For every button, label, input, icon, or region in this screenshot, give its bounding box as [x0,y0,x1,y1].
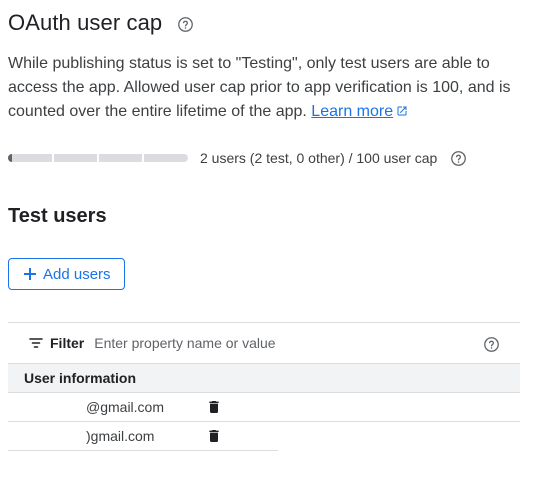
add-users-button[interactable]: Add users [8,258,125,290]
open-in-new-icon [396,101,408,116]
user-cap-row: 2 users (2 test, 0 other) / 100 user cap [8,148,467,168]
test-users-table: Filter User information @gmail.com )gmai… [8,322,520,451]
table-row: )gmail.com [8,422,278,451]
user-cap-progress-bar [8,154,188,162]
table-row: @gmail.com [8,393,520,422]
column-header-user-information: User information [8,364,520,393]
help-icon[interactable] [449,149,467,167]
filter-bar: Filter [8,322,520,364]
progress-tick [52,154,54,162]
trash-icon[interactable] [206,428,222,444]
learn-more-link[interactable]: Learn more [311,103,393,120]
oauth-cap-title: OAuth user cap [8,10,163,35]
progress-tick [97,154,99,162]
filter-input[interactable] [94,335,455,351]
oauth-cap-description: While publishing status is set to "Testi… [8,52,528,124]
add-users-label: Add users [43,265,111,283]
progress-fill [8,154,12,162]
progress-tick [142,154,144,162]
learn-more-label: Learn more [311,103,394,120]
help-icon[interactable] [176,16,194,34]
user-cap-text: 2 users (2 test, 0 other) / 100 user cap [200,150,438,166]
plus-icon [23,267,37,281]
description-text: While publishing status is set to "Testi… [8,55,511,120]
user-email: )gmail.com [86,428,155,444]
user-email: @gmail.com [86,399,165,415]
filter-label: Filter [50,335,85,351]
filter-list-icon[interactable] [28,335,44,351]
help-icon[interactable] [482,335,500,353]
test-users-title: Test users [8,205,107,227]
trash-icon[interactable] [206,399,222,415]
oauth-cap-header: OAuth user cap [8,9,194,37]
